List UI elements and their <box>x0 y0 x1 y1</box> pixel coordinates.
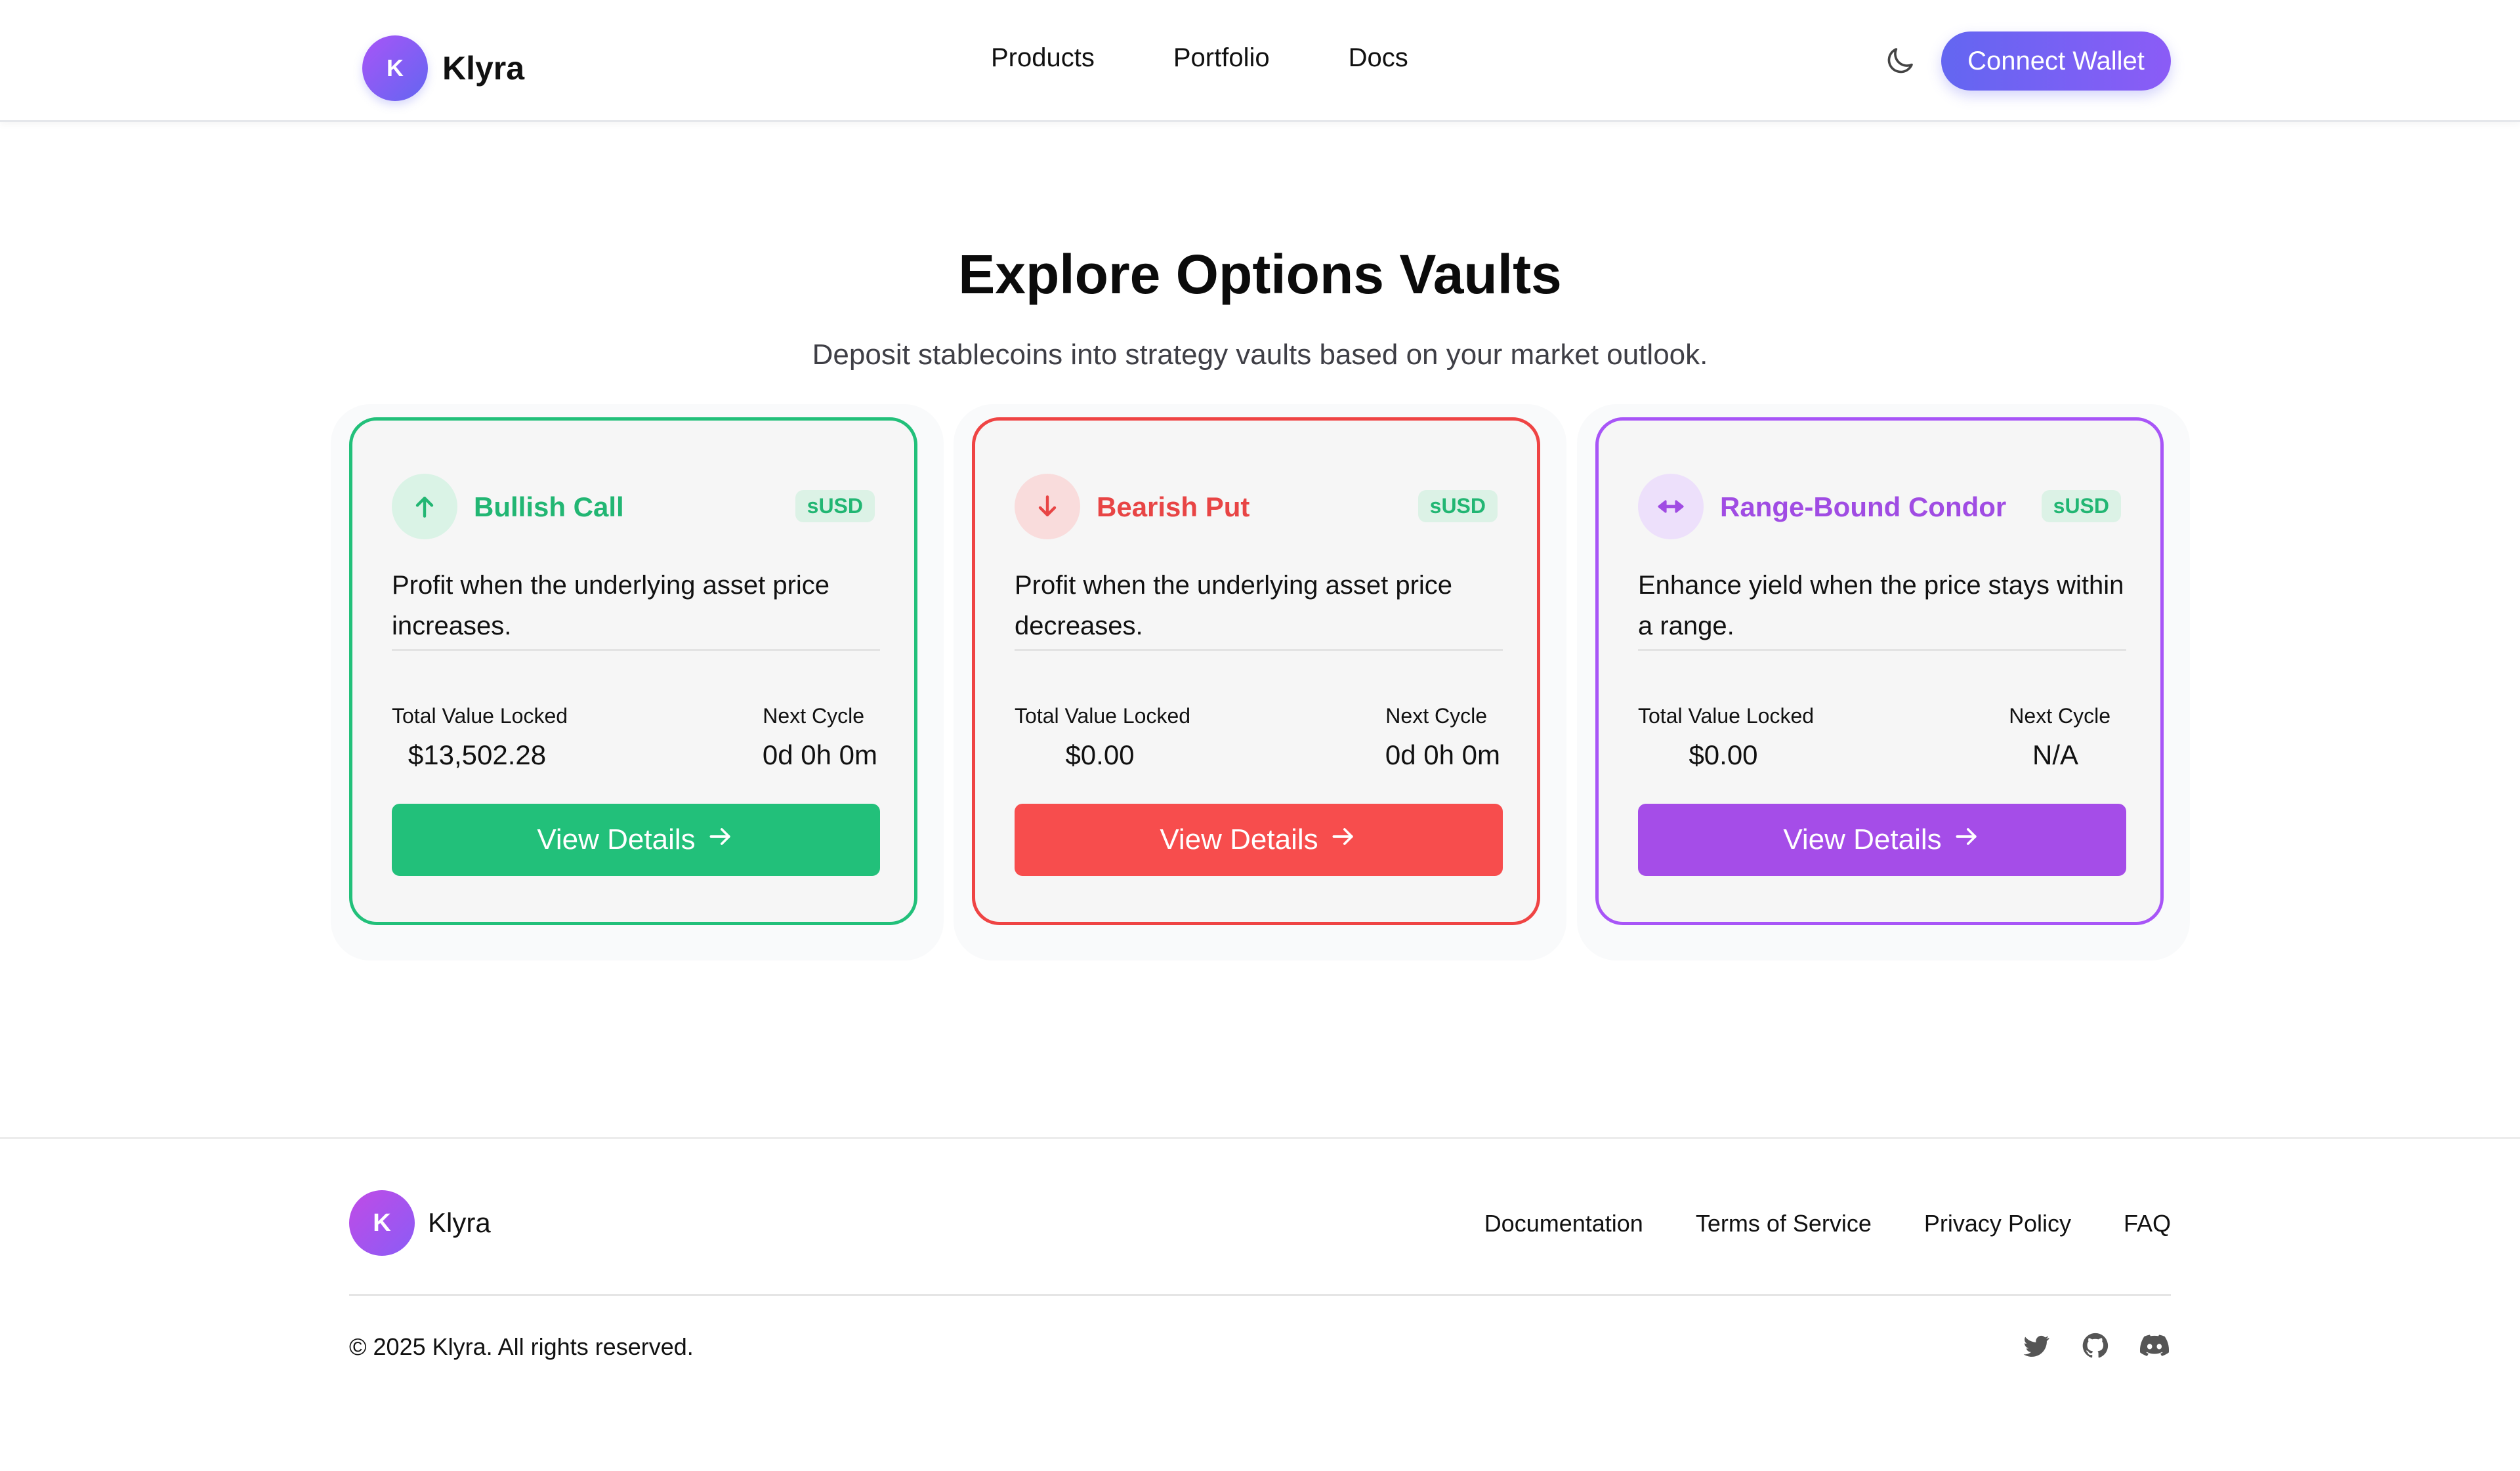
view-details-button[interactable]: View Details <box>1638 804 2126 876</box>
social-links <box>2020 1329 2171 1362</box>
arrow-right-icon <box>1329 822 1358 858</box>
vault-card-shadow: Bullish Call sUSD Profit when the underl… <box>331 404 944 961</box>
vault-description: Enhance yield when the price stays withi… <box>1638 565 2126 651</box>
footer-link-faq[interactable]: FAQ <box>2124 1210 2171 1237</box>
footer-divider <box>0 1137 2520 1139</box>
brand-logo: K <box>362 35 428 101</box>
connect-wallet-button[interactable]: Connect Wallet <box>1941 31 2171 91</box>
vault-card-range-bound-condor: Range-Bound Condor sUSD Enhance yield wh… <box>1595 417 2164 925</box>
nav-docs[interactable]: Docs <box>1349 43 1408 73</box>
tvl-value: $0.00 <box>1689 739 1758 770</box>
arrow-up-icon <box>392 474 457 539</box>
view-details-label: View Details <box>537 823 696 856</box>
tvl-value: $0.00 <box>1065 739 1135 770</box>
next-cycle-value: 0d 0h 0m <box>762 739 877 770</box>
view-details-button[interactable]: View Details <box>1015 804 1503 876</box>
vault-description: Profit when the underlying asset price i… <box>392 565 880 651</box>
asset-badge: sUSD <box>795 490 875 522</box>
nav-portfolio[interactable]: Portfolio <box>1173 43 1270 73</box>
next-cycle-value: 0d 0h 0m <box>1385 739 1500 770</box>
vault-title: Bearish Put <box>1097 491 1250 522</box>
vault-description: Profit when the underlying asset price d… <box>1015 565 1503 651</box>
footer-links: Documentation Terms of Service Privacy P… <box>1432 1210 2171 1237</box>
next-cycle-label: Next Cycle <box>763 704 864 728</box>
footer-logo: K <box>349 1190 415 1256</box>
footer-link-privacy[interactable]: Privacy Policy <box>1924 1210 2071 1237</box>
main-nav: Products Portfolio Docs <box>991 43 1408 73</box>
view-details-button[interactable]: View Details <box>392 804 880 876</box>
copyright-text: © 2025 Klyra. All rights reserved. <box>349 1333 694 1360</box>
moon-icon[interactable] <box>1882 43 1918 79</box>
view-details-label: View Details <box>1783 823 1942 856</box>
brand-name: Klyra <box>442 50 525 87</box>
next-cycle-value: N/A <box>2032 739 2078 770</box>
tvl-label: Total Value Locked <box>1015 704 1191 728</box>
vault-card-shadow: Bearish Put sUSD Profit when the underly… <box>954 404 1566 961</box>
top-navbar: K Klyra Products Portfolio Docs Connect … <box>0 0 2520 122</box>
footer-rule <box>349 1294 2171 1296</box>
tvl-value: $13,502.28 <box>408 739 547 770</box>
vault-card-bullish-call: Bullish Call sUSD Profit when the underl… <box>349 417 917 925</box>
vault-card-shadow: Range-Bound Condor sUSD Enhance yield wh… <box>1577 404 2190 961</box>
footer-link-terms[interactable]: Terms of Service <box>1696 1210 1872 1237</box>
discord-icon[interactable] <box>2138 1329 2171 1362</box>
arrows-left-right-icon <box>1638 474 1704 539</box>
page-subtitle: Deposit stablecoins into strategy vaults… <box>812 339 1708 371</box>
tvl-label: Total Value Locked <box>1638 704 1815 728</box>
vault-title: Bullish Call <box>474 491 624 522</box>
asset-badge: sUSD <box>2041 490 2121 522</box>
tvl-label: Total Value Locked <box>392 704 568 728</box>
footer-link-documentation[interactable]: Documentation <box>1484 1210 1643 1237</box>
footer-brand-name: Klyra <box>428 1207 491 1238</box>
arrow-right-icon <box>1952 822 1981 858</box>
arrow-right-icon <box>706 822 735 858</box>
nav-products[interactable]: Products <box>991 43 1095 73</box>
vault-card-bearish-put: Bearish Put sUSD Profit when the underly… <box>972 417 1540 925</box>
page-title: Explore Options Vaults <box>958 243 1562 305</box>
brand[interactable]: K Klyra <box>362 35 524 101</box>
footer-brand[interactable]: K Klyra <box>349 1190 491 1256</box>
view-details-label: View Details <box>1160 823 1318 856</box>
vault-title: Range-Bound Condor <box>1720 491 2007 522</box>
github-icon[interactable] <box>2079 1329 2112 1362</box>
arrow-down-icon <box>1015 474 1080 539</box>
next-cycle-label: Next Cycle <box>2009 704 2110 728</box>
next-cycle-label: Next Cycle <box>1385 704 1487 728</box>
asset-badge: sUSD <box>1418 490 1498 522</box>
twitter-icon[interactable] <box>2020 1329 2053 1362</box>
